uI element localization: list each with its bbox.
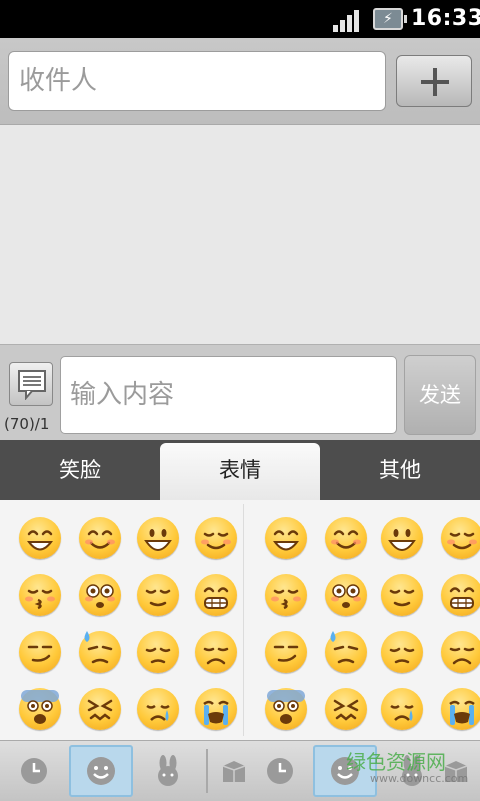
emoji-disappointed[interactable] (186, 620, 246, 680)
add-recipient-button[interactable] (396, 55, 472, 107)
emoji-category-tabs: 笑脸 表情 其他 (0, 440, 480, 500)
recipient-bar: 收件人 (0, 38, 480, 125)
kiss-emoji-icon (265, 574, 307, 616)
set-divider (206, 749, 208, 793)
status-bar: ⚡ 16:33 (0, 0, 480, 38)
kiss-emoji-icon (19, 574, 61, 616)
compose-bar: (70)/1 输入内容 发送 (0, 344, 480, 441)
tab-expressions[interactable]: 表情 (160, 443, 320, 500)
disappointed-emoji-icon (441, 631, 480, 673)
tab-others[interactable]: 其他 (320, 440, 480, 500)
big-grin-emoji-icon (137, 517, 179, 559)
tab-smileys[interactable]: 笑脸 (0, 440, 160, 500)
big-grin-emoji-icon (381, 517, 423, 559)
emoji-grin[interactable] (256, 506, 316, 566)
grin-emoji-icon (265, 517, 307, 559)
sob-emoji-icon (441, 688, 480, 730)
cry-emoji-icon (137, 688, 179, 730)
emoji-grid (0, 500, 480, 740)
emoji-relieved[interactable] (128, 563, 188, 623)
status-time: 16:33 (411, 6, 480, 31)
watermark-logo: 绿色资源网 (346, 750, 446, 774)
cry-emoji-icon (381, 688, 423, 730)
pensive-emoji-icon (137, 631, 179, 673)
blush-emoji-icon (195, 517, 237, 559)
message-template-icon (18, 370, 46, 400)
watermark-url: www.downcc.com (370, 772, 469, 785)
emoji-kiss[interactable] (10, 563, 70, 623)
sweat-emoji-icon (325, 631, 367, 673)
emoji-smirk[interactable] (256, 620, 316, 680)
emoji-sweat[interactable] (316, 620, 376, 680)
emoji-grimace[interactable] (186, 563, 246, 623)
emoji-cry[interactable] (128, 677, 188, 737)
grin-emoji-icon (19, 517, 61, 559)
emoji-confounded[interactable] (316, 677, 376, 737)
confounded-emoji-icon (325, 688, 367, 730)
smile-emoji-icon (325, 517, 367, 559)
blush-emoji-icon (441, 517, 480, 559)
emoji-sob[interactable] (186, 677, 246, 737)
smirk-emoji-icon (19, 631, 61, 673)
smirk-emoji-icon (265, 631, 307, 673)
relieved-emoji-icon (137, 574, 179, 616)
emoji-blush[interactable] (186, 506, 246, 566)
smile-emoji-icon (79, 517, 121, 559)
message-input[interactable]: 输入内容 (60, 356, 397, 434)
emoji-pensive[interactable] (372, 620, 432, 680)
emoji-grin[interactable] (10, 506, 70, 566)
flushed-emoji-icon (79, 574, 121, 616)
recipient-input[interactable]: 收件人 (8, 51, 386, 111)
emoji-flushed[interactable] (70, 563, 130, 623)
emoji-set-smiley-face[interactable] (69, 745, 133, 797)
flushed-emoji-icon (325, 574, 367, 616)
message-area (0, 125, 480, 344)
emoji-smile[interactable] (70, 506, 130, 566)
fearful-emoji-icon (19, 688, 61, 730)
emoji-set-recent-clock[interactable] (2, 745, 66, 797)
send-button[interactable]: 发送 (404, 355, 476, 435)
character-counter: (70)/1 (4, 415, 50, 433)
pensive-emoji-icon (381, 631, 423, 673)
sob-emoji-icon (195, 688, 237, 730)
confounded-emoji-icon (79, 688, 121, 730)
emoji-pensive[interactable] (128, 620, 188, 680)
grimace-emoji-icon (195, 574, 237, 616)
emoji-set-recent-clock[interactable] (248, 745, 312, 797)
emoji-relieved[interactable] (372, 563, 432, 623)
emoji-smirk[interactable] (10, 620, 70, 680)
emoji-big-grin[interactable] (372, 506, 432, 566)
signal-bars-icon (333, 10, 363, 32)
sweat-emoji-icon (79, 631, 121, 673)
emoji-flushed[interactable] (316, 563, 376, 623)
emoji-sob[interactable] (432, 677, 480, 737)
emoji-sweat[interactable] (70, 620, 130, 680)
relieved-emoji-icon (381, 574, 423, 616)
emoji-fearful[interactable] (256, 677, 316, 737)
emoji-cry[interactable] (372, 677, 432, 737)
emoji-confounded[interactable] (70, 677, 130, 737)
emoji-disappointed[interactable] (432, 620, 480, 680)
emoji-kiss[interactable] (256, 563, 316, 623)
battery-charging-icon: ⚡ (373, 8, 407, 30)
disappointed-emoji-icon (195, 631, 237, 673)
emoji-blush[interactable] (432, 506, 480, 566)
emoji-smile[interactable] (316, 506, 376, 566)
template-button[interactable] (9, 362, 53, 406)
emoji-fearful[interactable] (10, 677, 70, 737)
fearful-emoji-icon (265, 688, 307, 730)
grimace-emoji-icon (441, 574, 480, 616)
emoji-set-bunny[interactable] (136, 745, 200, 797)
emoji-grimace[interactable] (432, 563, 480, 623)
emoji-big-grin[interactable] (128, 506, 188, 566)
